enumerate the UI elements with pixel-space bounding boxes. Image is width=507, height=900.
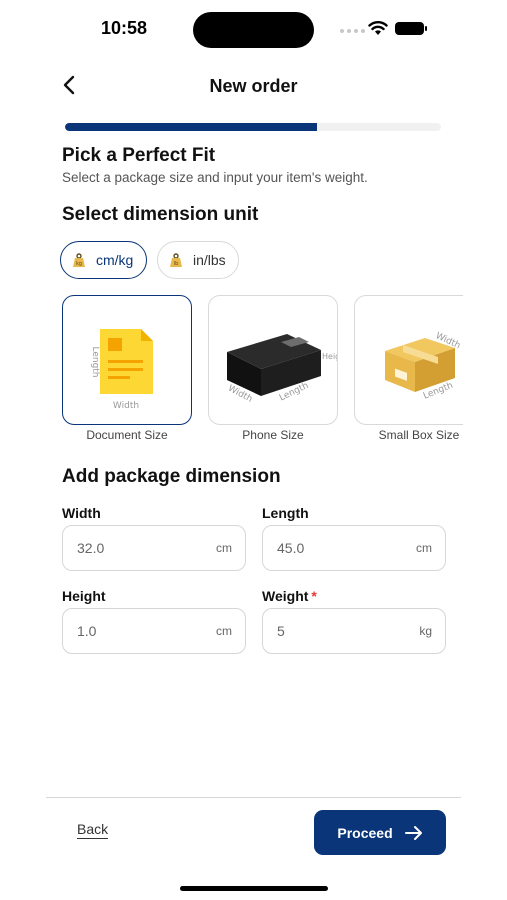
wifi-icon [368,21,388,35]
package-card-image: Width Length Heig [208,295,338,425]
width-input[interactable] [77,540,197,556]
battery-icon [395,22,427,35]
package-card-small-box[interactable]: Width Length Small Box Size [354,295,463,442]
height-input[interactable] [77,623,197,639]
order-progress-fill [65,123,317,131]
page-title: New order [209,76,298,96]
proceed-label: Proceed [337,824,393,841]
cellular-signal-icon [340,29,365,33]
unit-option-label: cm/kg [96,252,134,268]
height-label: Height [62,588,106,604]
dimension-label-height: Heig [322,352,338,361]
unit-option-in-lbs[interactable]: lb in/lbs [157,241,239,279]
order-progress-bar [65,123,441,131]
weight-label: Weight * [262,588,317,604]
weight-field[interactable]: kg [262,608,446,654]
unit-section-heading: Select dimension unit [62,204,259,225]
intro-subtitle: Select a package size and input your ite… [62,170,368,185]
footer-divider [46,797,461,798]
unit-option-label: in/lbs [193,252,226,268]
arrow-right-icon [404,825,422,840]
unit-option-cm-kg[interactable]: kg cm/kg [60,241,147,279]
svg-text:kg: kg [76,261,82,267]
width-field[interactable]: cm [62,525,246,571]
dynamic-island [193,12,314,48]
length-field[interactable]: cm [262,525,446,571]
package-card-phone[interactable]: Width Length Heig Phone Size [208,295,338,442]
weight-label-text: Weight [262,588,309,604]
package-card-image: Length Width [62,295,192,425]
proceed-button[interactable]: Proceed [314,810,446,855]
package-card-label: Phone Size [242,428,304,442]
weight-icon: kg [73,253,85,267]
height-unit: cm [216,624,232,638]
home-indicator [180,886,328,891]
package-card-label: Document Size [86,428,168,442]
width-unit: cm [216,541,232,555]
package-card-document[interactable]: Length Width Document Size [62,295,192,442]
weight-icon: lb [170,253,182,267]
width-label: Width [62,505,101,521]
length-unit: cm [416,541,432,555]
length-input[interactable] [277,540,397,556]
dimension-label-length: Length [90,346,100,377]
length-label: Length [262,505,309,521]
phone-box-icon: Width Length Heig [226,334,338,405]
package-size-carousel[interactable]: Length Width Document Size Width Length … [60,293,463,443]
required-marker: * [311,588,317,604]
new-order-screen: 10:58 New order Pick a Perfect Fit Selec… [0,0,507,900]
cardboard-box-icon: Width Length [385,331,462,402]
weight-input[interactable] [277,623,397,639]
weight-unit: kg [419,624,432,638]
document-icon: Length Width [90,329,153,411]
svg-text:lb: lb [174,261,179,267]
back-button[interactable]: Back [77,821,109,839]
status-time: 10:58 [101,18,148,38]
dimension-section-heading: Add package dimension [62,466,281,487]
intro-title: Pick a Perfect Fit [62,145,216,166]
dimension-label-width: Width [113,401,139,411]
package-card-image: Width Length [354,295,463,425]
height-field[interactable]: cm [62,608,246,654]
package-card-label: Small Box Size [378,428,460,442]
